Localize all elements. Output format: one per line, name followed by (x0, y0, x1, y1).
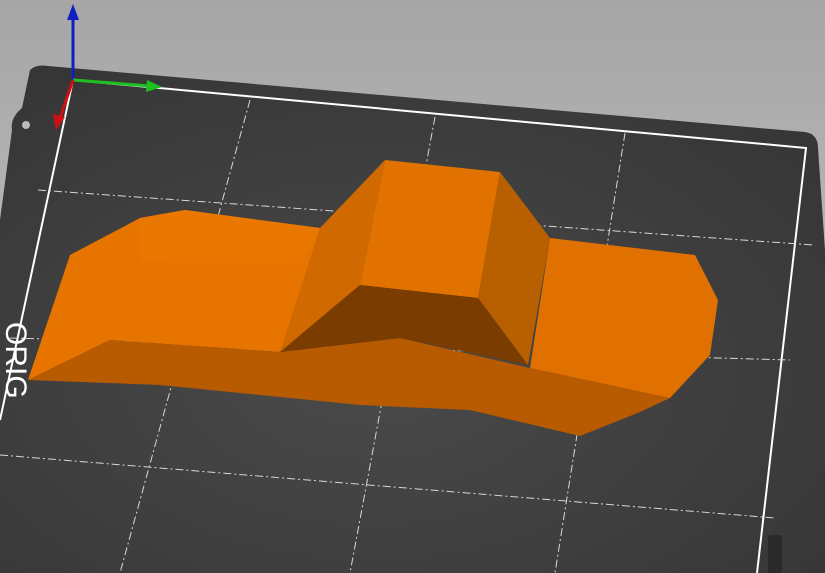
scene[interactable]: ORIG (0, 0, 825, 573)
bed-label: ORIG (0, 322, 32, 399)
bed-clip (768, 535, 782, 573)
bed-mount-hole (22, 121, 30, 129)
3d-viewport[interactable]: ORIG (0, 0, 825, 573)
